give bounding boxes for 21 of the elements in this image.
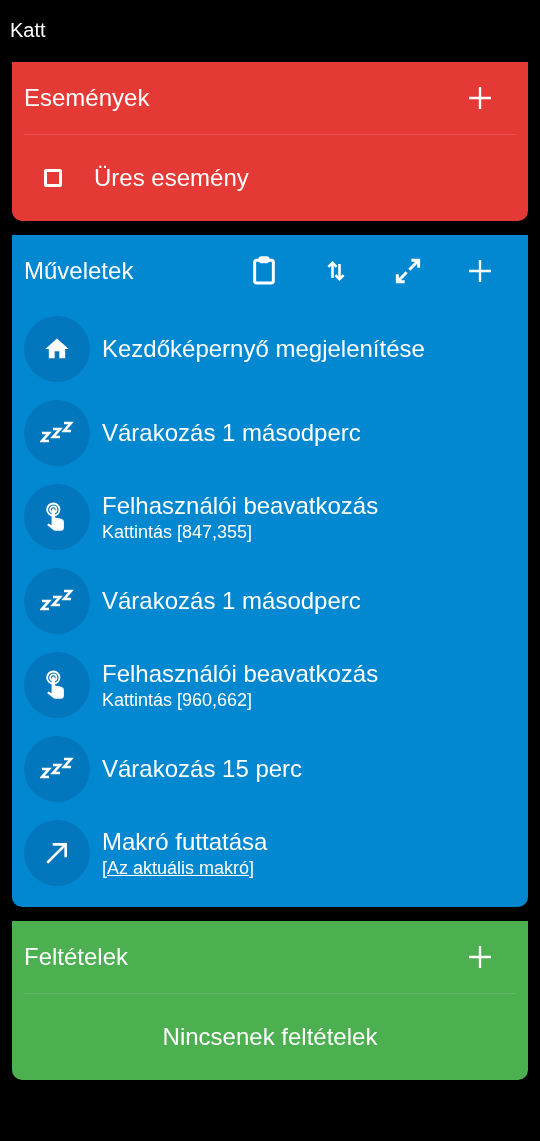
action-detail: Kattintás [960,662] bbox=[102, 689, 254, 711]
section-title: Események bbox=[24, 84, 151, 112]
macro-link[interactable]: [Az aktuális makró] bbox=[102, 857, 268, 879]
add-icon bbox=[467, 944, 493, 970]
add-icon bbox=[467, 258, 493, 284]
action-label: Várakozás 1 másodperc bbox=[102, 587, 361, 615]
section-title: Műveletek bbox=[24, 257, 135, 285]
section-title: Feltételek bbox=[24, 943, 130, 971]
action-label: Várakozás 15 perc bbox=[102, 755, 303, 783]
action-label: Makró futtatása bbox=[102, 827, 268, 856]
action-label: Várakozás 1 másodperc bbox=[102, 419, 361, 447]
checkbox[interactable] bbox=[44, 169, 62, 187]
app-title: Katt bbox=[10, 17, 47, 43]
action-label: Felhasználói beavatkozás bbox=[102, 491, 379, 520]
add-icon bbox=[467, 85, 493, 111]
action-detail: Kattintás [847,355] bbox=[102, 521, 254, 543]
action-label: Felhasználói beavatkozás bbox=[102, 659, 379, 688]
event-label: Üres esemény bbox=[94, 164, 249, 192]
arrow-icon bbox=[44, 840, 70, 866]
action-label: Kezdőképernyő megjelenítése bbox=[102, 335, 425, 363]
empty-message: Nincsenek feltételek bbox=[162, 1023, 378, 1051]
